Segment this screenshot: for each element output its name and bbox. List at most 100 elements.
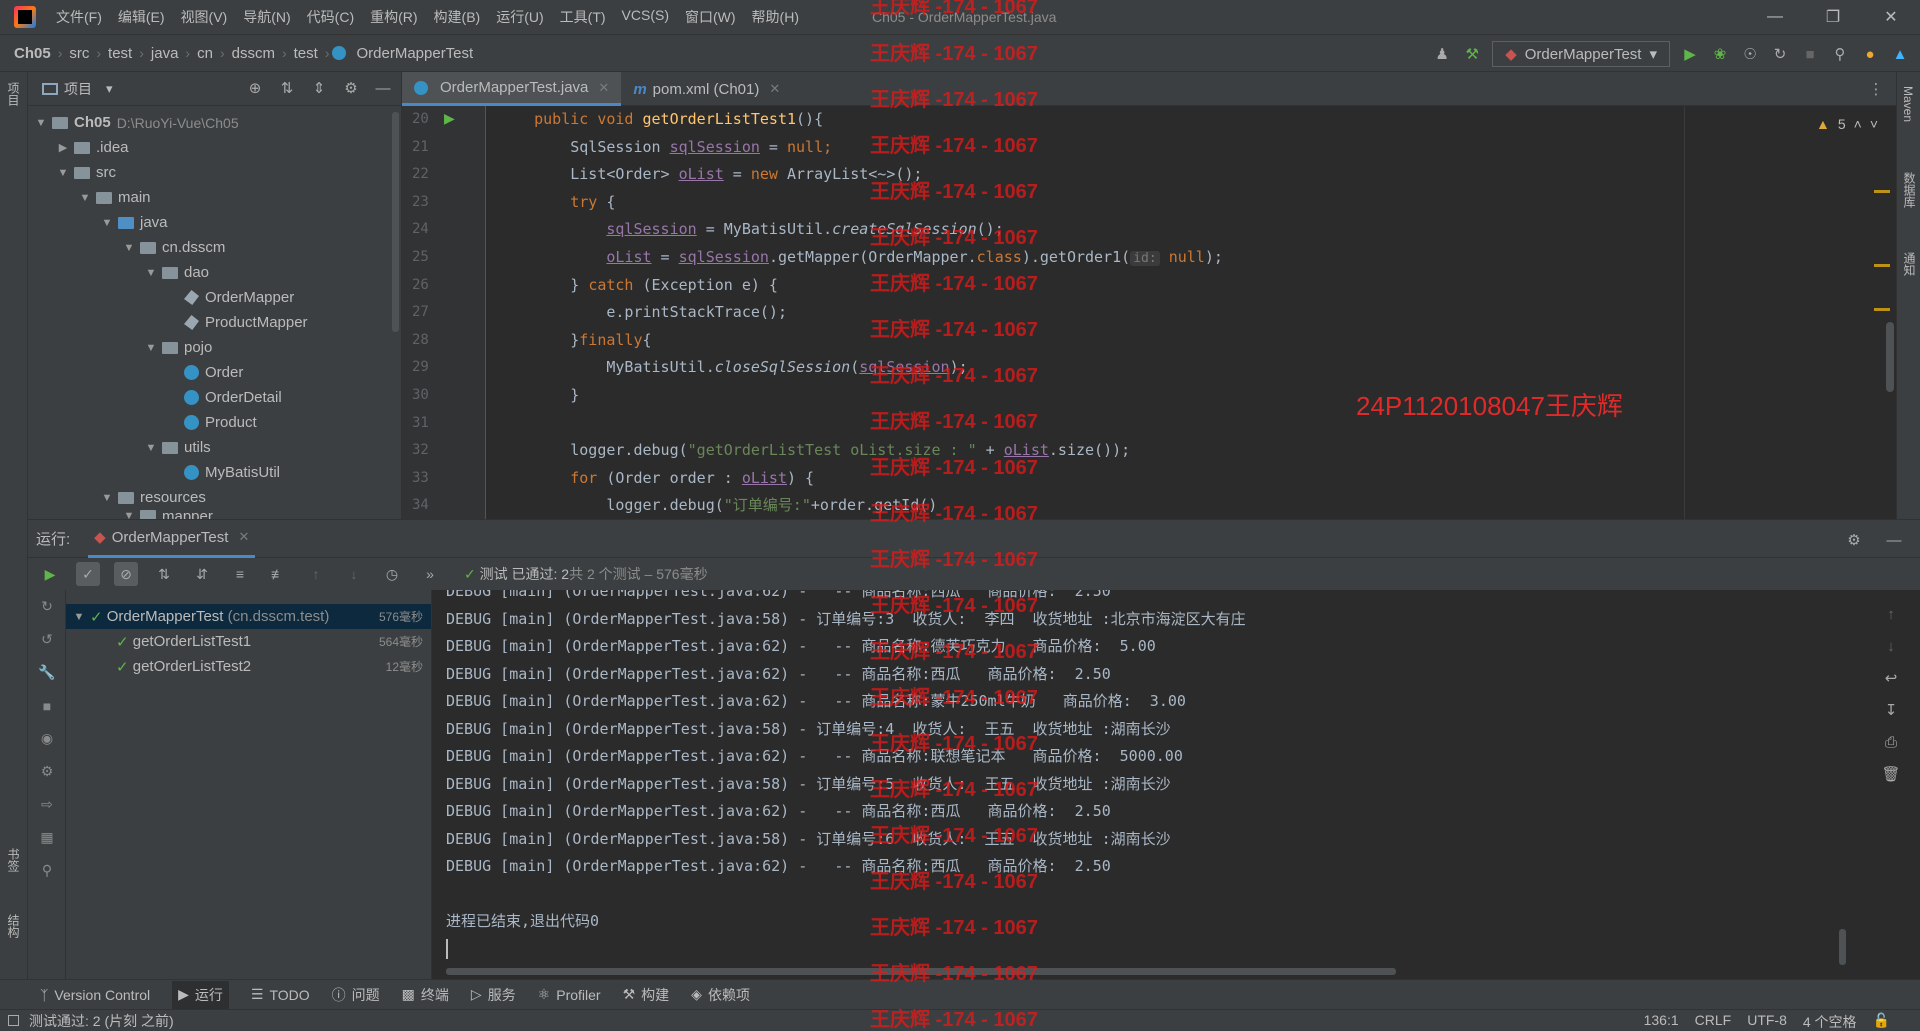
tree-item-utils[interactable]: ▼ utils: [28, 435, 401, 460]
sort-by-duration-icon[interactable]: ⇵: [190, 562, 214, 586]
stop-icon[interactable]: ■: [1800, 44, 1820, 64]
show-ignored-icon[interactable]: ⊘: [114, 562, 138, 586]
tree-item-src[interactable]: ▼ src: [28, 160, 401, 185]
debug-icon[interactable]: ❀: [1710, 44, 1730, 64]
tree-item-product[interactable]: Product: [28, 410, 401, 435]
tool-dependencies[interactable]: ◈ 依赖项: [691, 985, 750, 1005]
test-history-icon[interactable]: ◷: [380, 562, 404, 586]
notifications-tool-button[interactable]: 通知: [1901, 252, 1918, 276]
tree-item-orderdetail[interactable]: OrderDetail: [28, 385, 401, 410]
search-icon[interactable]: ⚲: [1830, 44, 1850, 64]
scroll-to-end-icon[interactable]: ↧: [1881, 700, 1901, 720]
user-icon[interactable]: ♟: [1432, 44, 1452, 64]
project-panel-title[interactable]: 项目: [64, 79, 92, 99]
menu-code[interactable]: 代码(C): [299, 7, 362, 27]
coverage-icon[interactable]: ☉: [1740, 44, 1760, 64]
tool-build[interactable]: ⚒ 构建: [623, 985, 670, 1005]
hide-icon[interactable]: —: [1884, 530, 1904, 550]
pin-icon[interactable]: ⚲: [28, 854, 66, 887]
warning-marker[interactable]: [1874, 264, 1890, 267]
tool-todo[interactable]: ☰ TODO: [251, 986, 310, 1003]
menu-vcs[interactable]: VCS(S): [614, 7, 677, 27]
tool-services[interactable]: ▷ 服务: [471, 985, 516, 1005]
toggle-auto-test-icon[interactable]: ↺: [28, 623, 66, 656]
show-passed-icon[interactable]: ✓: [76, 562, 100, 586]
tab-pom-xml[interactable]: m pom.xml (Ch01) ✕: [621, 72, 792, 106]
run-icon[interactable]: ▶: [1680, 44, 1700, 64]
tree-item-cn-dsscm[interactable]: ▼ cn.dsscm: [28, 235, 401, 260]
tool-problems[interactable]: ⓘ 问题: [332, 985, 380, 1005]
gear-icon[interactable]: ⚙: [1844, 530, 1864, 550]
close-icon[interactable]: ✕: [598, 80, 609, 96]
tree-item-ordermapper[interactable]: OrderMapper: [28, 285, 401, 310]
inspection-widget[interactable]: ▲ 5 ˄ ˅: [1816, 116, 1878, 132]
tree-item-idea[interactable]: ▶ .idea: [28, 135, 401, 160]
menu-refactor[interactable]: 重构(R): [362, 7, 425, 27]
chevron-down-icon[interactable]: ▾: [106, 81, 113, 97]
tool-terminal[interactable]: ▩ 终端: [402, 985, 449, 1005]
indent-setting[interactable]: 4 个空格: [1803, 1012, 1857, 1031]
breadcrumb-java[interactable]: java: [147, 45, 183, 62]
run-test-gutter-icon[interactable]: ▶: [444, 110, 455, 127]
editor-scrollbar[interactable]: [1886, 322, 1894, 392]
soft-wrap-icon[interactable]: ↩: [1881, 668, 1901, 688]
tool-run[interactable]: ▶ 运行: [172, 980, 229, 1009]
console-horizontal-scrollbar[interactable]: [446, 968, 1396, 975]
arrow-up-icon[interactable]: ↑: [1881, 604, 1901, 624]
tab-ordermappertest[interactable]: OrderMapperTest.java ✕: [402, 72, 622, 106]
stop-icon[interactable]: ■: [28, 689, 66, 722]
warning-marker[interactable]: [1874, 190, 1890, 193]
locate-icon[interactable]: ⊕: [245, 78, 265, 98]
tree-item-productmapper[interactable]: ProductMapper: [28, 310, 401, 335]
wrench-icon[interactable]: 🔧: [28, 656, 66, 689]
chevron-down-icon[interactable]: ˅: [1870, 116, 1878, 132]
status-square-icon[interactable]: [8, 1015, 19, 1026]
test-row-method[interactable]: ✓ getOrderListTest2 12毫秒: [66, 654, 431, 679]
jetbrains-toolbox-icon[interactable]: ▲: [1890, 44, 1910, 64]
settings-icon[interactable]: ⚙: [28, 755, 66, 788]
close-icon[interactable]: ✕: [238, 529, 249, 545]
next-test-icon[interactable]: ↓: [342, 562, 366, 586]
project-scrollbar[interactable]: [392, 112, 399, 332]
console-output[interactable]: DEBUG [main] (OrderMapperTest.java:62) -…: [432, 590, 1862, 980]
menu-edit[interactable]: 编辑(E): [110, 7, 173, 27]
profiler-icon[interactable]: ↻: [1770, 44, 1790, 64]
gear-icon[interactable]: ⚙: [341, 78, 361, 98]
print-icon[interactable]: ⎙: [1881, 732, 1901, 752]
more-tabs-icon[interactable]: ⋮: [1866, 79, 1886, 99]
rerun-failed-icon[interactable]: ↻: [28, 590, 66, 623]
file-encoding[interactable]: UTF-8: [1747, 1012, 1787, 1031]
tree-item-pojo[interactable]: ▼ pojo: [28, 335, 401, 360]
menu-run[interactable]: 运行(U): [488, 7, 551, 27]
collapse-all-icon[interactable]: ⇕: [309, 78, 329, 98]
layout-icon[interactable]: ▦: [28, 821, 66, 854]
tree-item-mybatisutil[interactable]: MyBatisUtil: [28, 460, 401, 485]
bookmarks-tool-button[interactable]: 书签: [5, 848, 22, 872]
arrow-down-icon[interactable]: ↓: [1881, 636, 1901, 656]
tree-item-resources[interactable]: ▼ resources: [28, 485, 401, 510]
lock-icon[interactable]: 🔓: [1873, 1012, 1890, 1031]
tree-item-main[interactable]: ▼ main: [28, 185, 401, 210]
test-row-method[interactable]: ✓ getOrderListTest1 564毫秒: [66, 629, 431, 654]
expand-all-icon[interactable]: ⇅: [277, 78, 297, 98]
maven-tool-button[interactable]: Maven: [1901, 86, 1915, 122]
trash-icon[interactable]: 🗑: [1881, 764, 1901, 784]
console-vertical-scrollbar[interactable]: [1839, 929, 1846, 965]
minimize-icon[interactable]: —: [1746, 0, 1804, 34]
previous-test-icon[interactable]: ↑: [304, 562, 328, 586]
tree-item-dao[interactable]: ▼ dao: [28, 260, 401, 285]
line-separator[interactable]: CRLF: [1695, 1012, 1732, 1031]
sort-alphabetically-icon[interactable]: ⇅: [152, 562, 176, 586]
breadcrumb-cn[interactable]: cn: [193, 45, 217, 62]
menu-build[interactable]: 构建(B): [426, 7, 489, 27]
breadcrumb-dsscm[interactable]: dsscm: [228, 45, 279, 62]
code-area[interactable]: public void getOrderListTest1(){ SqlSess…: [498, 106, 1896, 519]
breadcrumb-test-pkg[interactable]: test: [290, 45, 322, 62]
chevron-up-icon[interactable]: ˄: [1854, 116, 1862, 132]
tree-item-order[interactable]: Order: [28, 360, 401, 385]
test-row-class[interactable]: ▼ ✓ OrderMapperTest (cn.dsscm.test) 576毫…: [66, 604, 431, 629]
project-tool-button[interactable]: 项目: [5, 82, 22, 106]
run-configuration-select[interactable]: ◆ OrderMapperTest ▾: [1492, 41, 1670, 67]
hide-icon[interactable]: —: [373, 78, 393, 98]
restore-icon[interactable]: ❐: [1804, 0, 1862, 34]
